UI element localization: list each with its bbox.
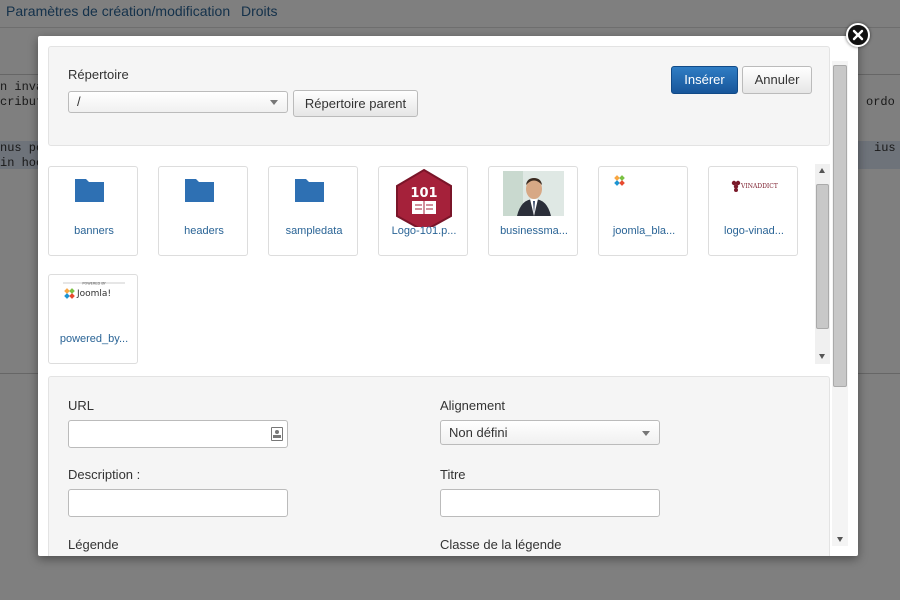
businessman-thumbnail — [503, 171, 564, 216]
vinaddict-logo-text: VINADDICT — [740, 183, 778, 190]
title-label: Titre — [440, 467, 466, 482]
file-name: powered_by... — [59, 333, 129, 345]
directory-select[interactable]: / — [68, 91, 288, 113]
file-name: sampledata — [285, 225, 343, 237]
file-name: businessma... — [500, 225, 568, 237]
file-browser-scrollbar[interactable] — [815, 164, 830, 364]
image-insert-modal: Répertoire / Répertoire parent Insérer A… — [38, 36, 858, 556]
close-icon — [852, 29, 864, 41]
description-label: Description : — [68, 467, 141, 482]
file-tile-joomla-black[interactable]: joomla_bla... — [598, 166, 688, 256]
file-name: Logo-101.p... — [391, 225, 457, 237]
url-input[interactable] — [68, 420, 288, 448]
file-browser: banners headers sampledata 101 Logo-101.… — [48, 162, 818, 366]
logo-101-icon: 101 — [396, 168, 452, 227]
file-browser-scroll-thumb[interactable] — [816, 184, 829, 329]
close-button[interactable] — [846, 23, 870, 47]
scroll-up-arrow-icon[interactable] — [819, 168, 825, 173]
file-name: logo-vinad... — [724, 225, 784, 237]
file-tile-logo-101[interactable]: 101 Logo-101.p... — [378, 166, 468, 256]
caption-class-label: Classe de la légende — [440, 537, 562, 552]
parent-directory-button[interactable]: Répertoire parent — [293, 90, 418, 117]
scroll-down-arrow-icon[interactable] — [837, 537, 843, 542]
powered-by-text: POWERED BY — [82, 282, 106, 286]
chevron-down-icon — [642, 431, 650, 436]
alignment-select[interactable]: Non défini — [440, 420, 660, 445]
url-label: URL — [68, 398, 95, 413]
description-input[interactable] — [68, 489, 288, 517]
scroll-down-arrow-icon[interactable] — [819, 354, 825, 359]
folder-icon — [75, 179, 104, 202]
file-tile-businessman[interactable]: businessma... — [488, 166, 578, 256]
insert-button[interactable]: Insérer — [671, 66, 738, 94]
file-name: banners — [74, 225, 114, 237]
joomla-logo-icon — [614, 175, 625, 186]
directory-label: Répertoire — [68, 67, 129, 82]
caption-label: Légende — [68, 537, 119, 552]
alignment-select-value: Non défini — [449, 425, 508, 440]
folder-icon — [295, 179, 324, 202]
folder-icon — [185, 179, 214, 202]
file-name: joomla_bla... — [612, 225, 676, 237]
chevron-down-icon — [270, 100, 278, 105]
directory-pane: Répertoire / Répertoire parent Insérer A… — [48, 46, 830, 146]
file-tile-logo-vinaddict[interactable]: VINADDICT logo-vinad... — [708, 166, 798, 256]
file-tile-powered-by[interactable]: POWERED BY Joomla! powered_by... — [48, 274, 138, 364]
cancel-button[interactable]: Annuler — [742, 66, 812, 94]
file-tile-banners[interactable]: banners — [48, 166, 138, 256]
joomla-logo-text: Joomla! — [76, 289, 111, 299]
image-options-form: URL Alignement Non défini Description : … — [48, 376, 830, 556]
modal-scrollbar[interactable] — [832, 61, 848, 546]
file-name: headers — [184, 225, 224, 237]
title-input[interactable] — [440, 489, 660, 517]
alignment-label: Alignement — [440, 398, 506, 413]
file-tile-headers[interactable]: headers — [158, 166, 248, 256]
contact-card-icon[interactable] — [271, 427, 283, 441]
file-tile-sampledata[interactable]: sampledata — [268, 166, 358, 256]
directory-select-value: / — [77, 94, 81, 109]
powered-by-joomla-logo: POWERED BY Joomla! — [63, 282, 125, 299]
modal-scroll-thumb[interactable] — [833, 65, 847, 387]
logo-101-text: 101 — [410, 186, 437, 201]
vinaddict-logo-icon: VINADDICT — [731, 180, 778, 192]
